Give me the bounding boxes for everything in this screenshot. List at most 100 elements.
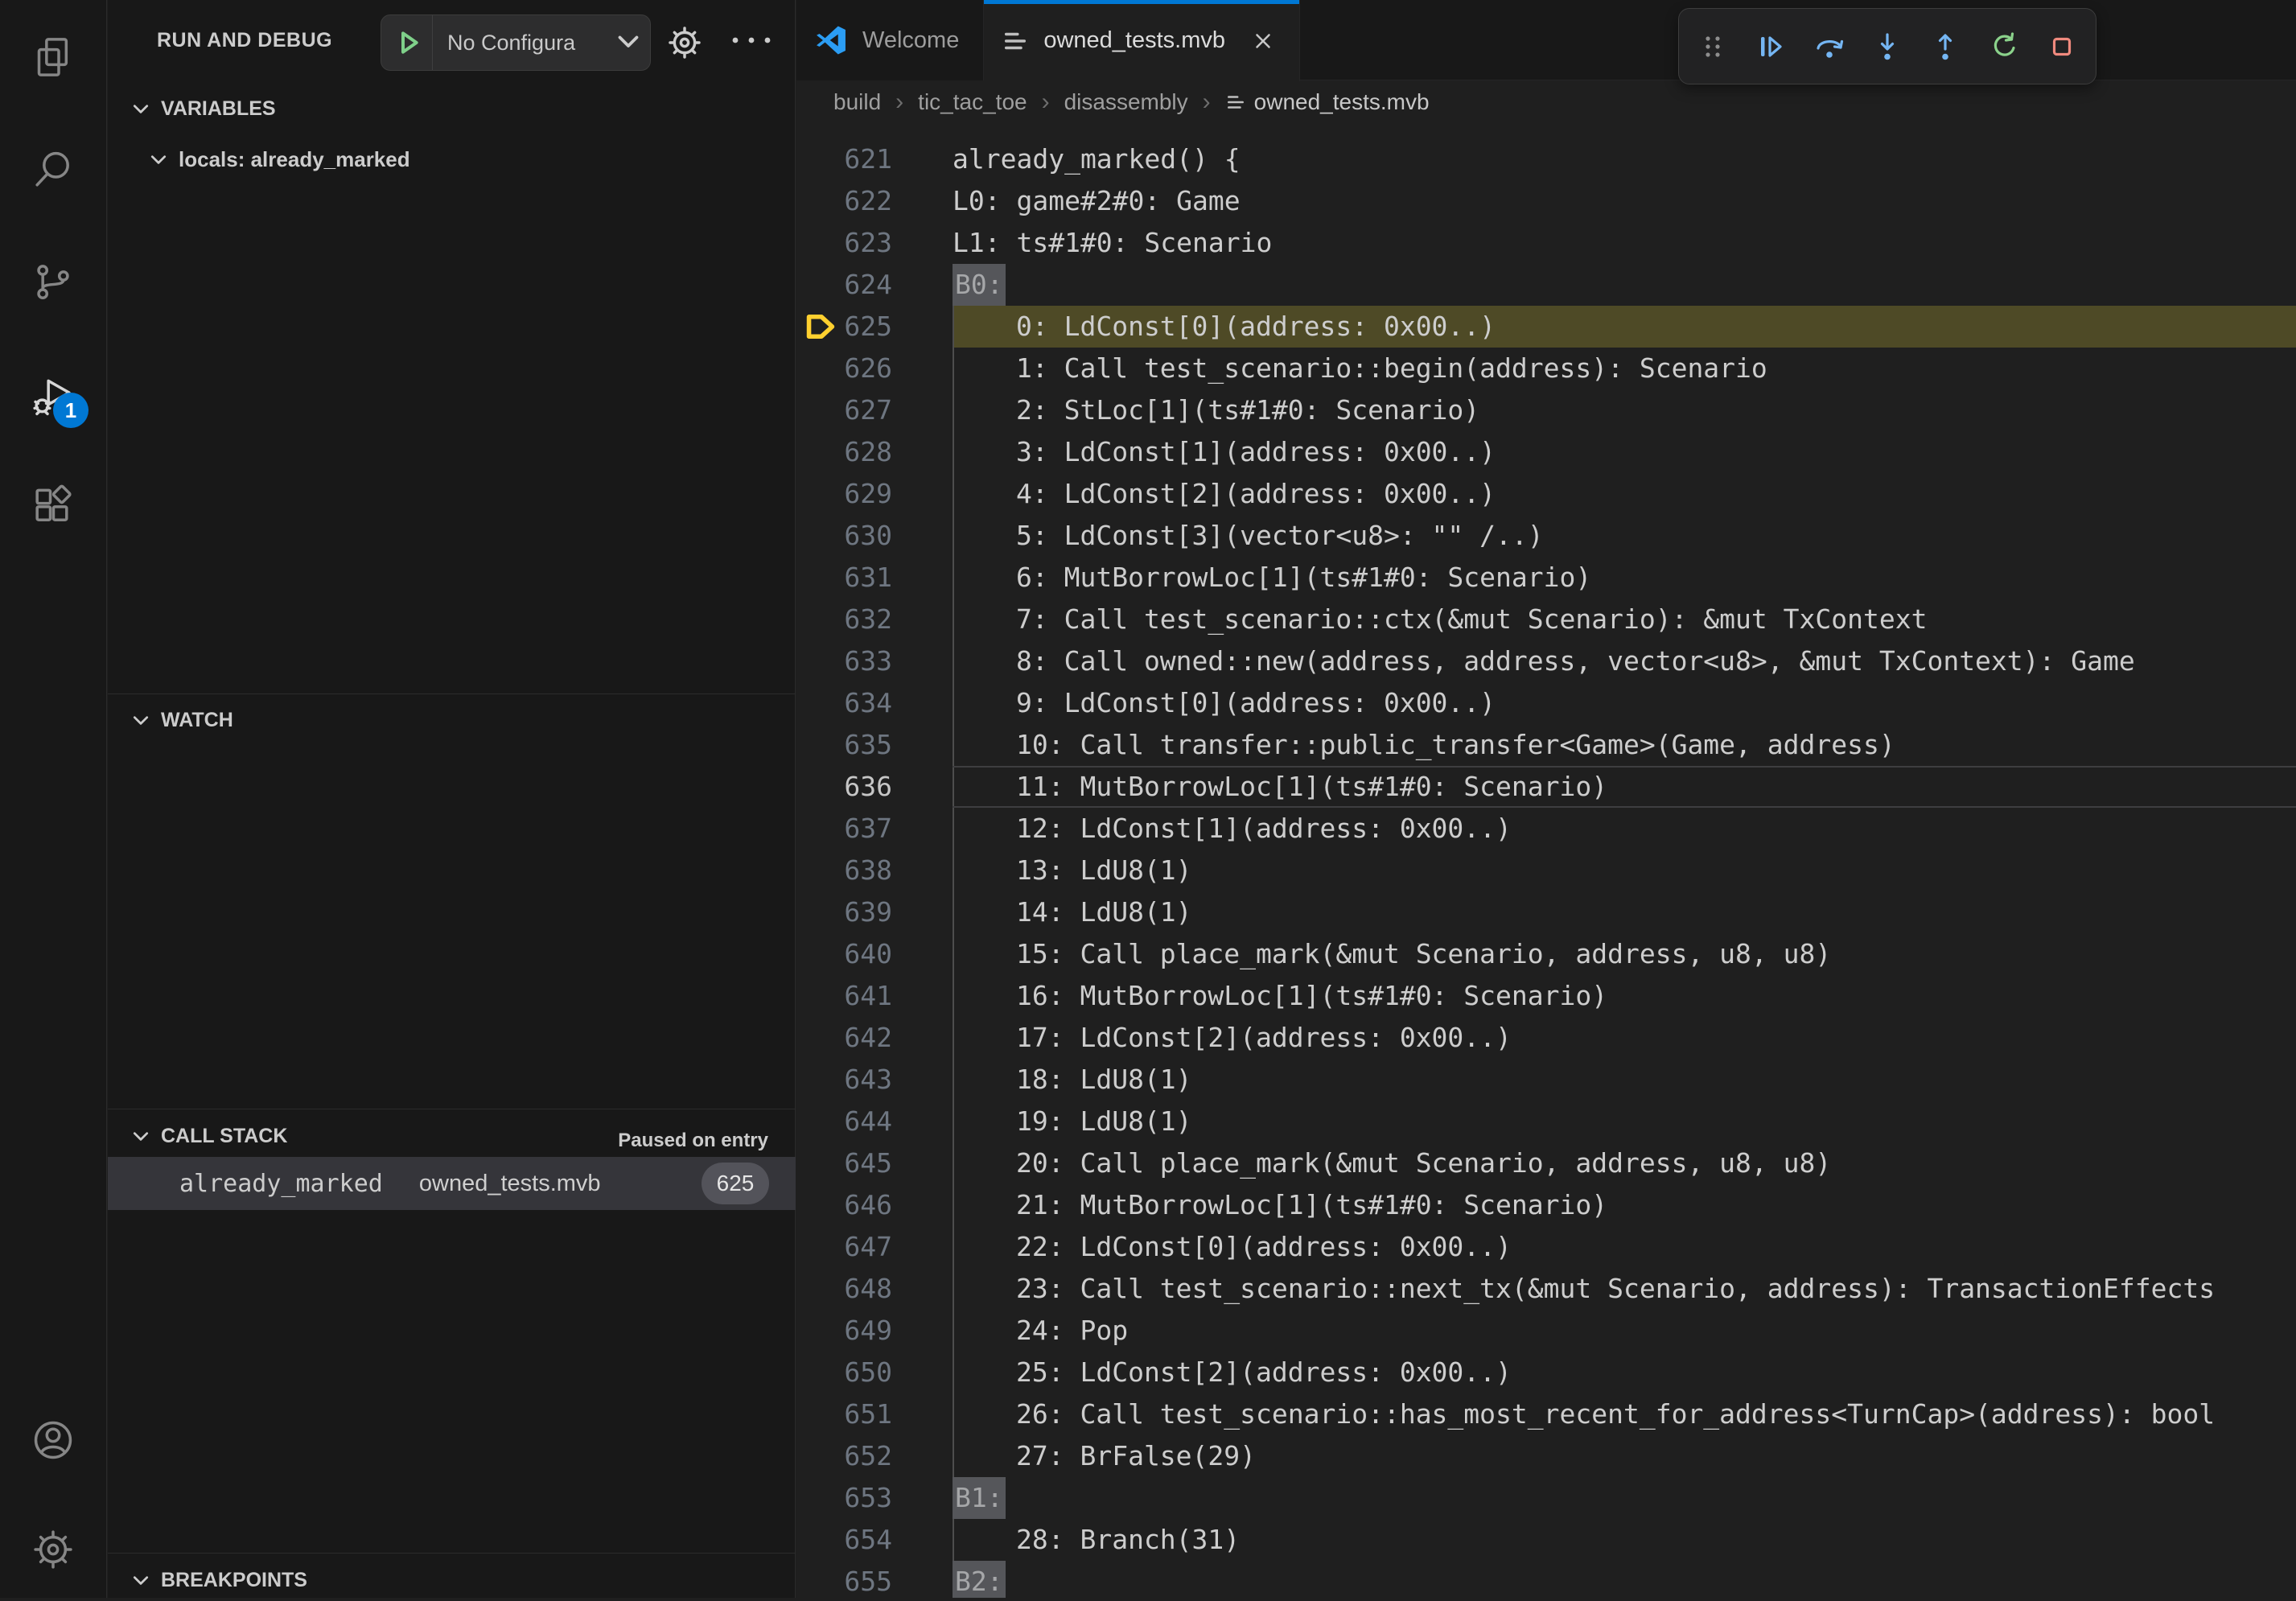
- debug-configuration-dropdown[interactable]: No Configura: [381, 14, 651, 71]
- line-number[interactable]: 648: [796, 1268, 892, 1310]
- code-line-text[interactable]: 7: Call test_scenario::ctx(&mut Scenario…: [953, 599, 2296, 640]
- editor-gutter[interactable]: 639: [796, 891, 953, 933]
- editor-gutter[interactable]: 651: [796, 1393, 953, 1435]
- editor-gutter[interactable]: 642: [796, 1017, 953, 1059]
- code-line-text[interactable]: B2:: [953, 1561, 2296, 1598]
- variables-section-header[interactable]: VARIABLES: [132, 88, 276, 130]
- editor-gutter[interactable]: 624: [796, 264, 953, 306]
- editor-gutter[interactable]: 654: [796, 1519, 953, 1561]
- line-number[interactable]: 625: [796, 306, 892, 348]
- code-line-text[interactable]: 2: StLoc[1](ts#1#0: Scenario): [953, 389, 2296, 431]
- code-line-text[interactable]: 0: LdConst[0](address: 0x00..): [953, 306, 2296, 348]
- tab-welcome[interactable]: Welcome: [796, 0, 984, 80]
- code-line-text[interactable]: 12: LdConst[1](address: 0x00..): [953, 808, 2296, 850]
- breadcrumb-item[interactable]: disassembly: [1064, 89, 1188, 115]
- code-line-text[interactable]: 6: MutBorrowLoc[1](ts#1#0: Scenario): [953, 557, 2296, 599]
- line-number[interactable]: 624: [796, 264, 892, 306]
- code-line-text[interactable]: 1: Call test_scenario::begin(address): S…: [953, 348, 2296, 389]
- editor-gutter[interactable]: 621: [796, 138, 953, 180]
- line-number[interactable]: 637: [796, 808, 892, 850]
- breadcrumb-item[interactable]: tic_tac_toe: [918, 89, 1027, 115]
- line-number[interactable]: 651: [796, 1393, 892, 1435]
- editor-gutter[interactable]: 629: [796, 473, 953, 515]
- editor-gutter[interactable]: 640: [796, 933, 953, 975]
- editor-gutter[interactable]: 632: [796, 599, 953, 640]
- editor-gutter[interactable]: 633: [796, 640, 953, 682]
- code-line-text[interactable]: 5: LdConst[3](vector<u8>: "" /..): [953, 515, 2296, 557]
- extensions-icon[interactable]: [29, 481, 77, 529]
- line-number[interactable]: 646: [796, 1184, 892, 1226]
- settings-icon[interactable]: [29, 1525, 77, 1574]
- editor-gutter[interactable]: 647: [796, 1226, 953, 1268]
- code-line-text[interactable]: 28: Branch(31): [953, 1519, 2296, 1561]
- search-icon[interactable]: [29, 145, 77, 193]
- code-line-text[interactable]: 10: Call transfer::public_transfer<Game>…: [953, 724, 2296, 766]
- line-number[interactable]: 649: [796, 1310, 892, 1352]
- line-number[interactable]: 644: [796, 1101, 892, 1142]
- line-number[interactable]: 655: [796, 1561, 892, 1598]
- line-number[interactable]: 641: [796, 975, 892, 1017]
- code-line-text[interactable]: 11: MutBorrowLoc[1](ts#1#0: Scenario): [953, 766, 2296, 808]
- code-line-text[interactable]: L1: ts#1#0: Scenario: [953, 222, 2296, 264]
- editor-gutter[interactable]: 653: [796, 1477, 953, 1519]
- breadcrumb-item[interactable]: owned_tests.mvb: [1225, 89, 1430, 115]
- line-number[interactable]: 623: [796, 222, 892, 264]
- code-line-text[interactable]: B0:: [953, 264, 2296, 306]
- line-number[interactable]: 638: [796, 850, 892, 891]
- code-line-text[interactable]: 26: Call test_scenario::has_most_recent_…: [953, 1393, 2296, 1435]
- line-number[interactable]: 647: [796, 1226, 892, 1268]
- code-line-text[interactable]: 22: LdConst[0](address: 0x00..): [953, 1226, 2296, 1268]
- source-control-icon[interactable]: [29, 257, 77, 306]
- editor-gutter[interactable]: 622: [796, 180, 953, 222]
- code-line-text[interactable]: 19: LdU8(1): [953, 1101, 2296, 1142]
- code-line-text[interactable]: L0: game#2#0: Game: [953, 180, 2296, 222]
- code-line-text[interactable]: 9: LdConst[0](address: 0x00..): [953, 682, 2296, 724]
- editor-gutter[interactable]: 644: [796, 1101, 953, 1142]
- code-line-text[interactable]: 23: Call test_scenario::next_tx(&mut Sce…: [953, 1268, 2296, 1310]
- line-number[interactable]: 628: [796, 431, 892, 473]
- line-number[interactable]: 632: [796, 599, 892, 640]
- editor-gutter[interactable]: 638: [796, 850, 953, 891]
- code-line-text[interactable]: 27: BrFalse(29): [953, 1435, 2296, 1477]
- call-stack-frame-row[interactable]: already_markedowned_tests.mvb625: [108, 1157, 796, 1210]
- line-number[interactable]: 653: [796, 1477, 892, 1519]
- line-number[interactable]: 642: [796, 1017, 892, 1059]
- tab-owned-tests-mvb[interactable]: owned_tests.mvb: [984, 0, 1300, 81]
- line-number[interactable]: 650: [796, 1352, 892, 1393]
- line-number[interactable]: 639: [796, 891, 892, 933]
- start-debug-icon[interactable]: [381, 15, 433, 70]
- editor-gutter[interactable]: 635: [796, 724, 953, 766]
- line-number[interactable]: 629: [796, 473, 892, 515]
- code-line-text[interactable]: 4: LdConst[2](address: 0x00..): [953, 473, 2296, 515]
- run-and-debug-icon[interactable]: 1: [29, 372, 77, 420]
- editor-gutter[interactable]: 655: [796, 1561, 953, 1598]
- line-number[interactable]: 635: [796, 724, 892, 766]
- continue-button[interactable]: [1745, 21, 1796, 72]
- editor-gutter[interactable]: 648: [796, 1268, 953, 1310]
- line-number[interactable]: 626: [796, 348, 892, 389]
- line-number[interactable]: 654: [796, 1519, 892, 1561]
- editor-gutter[interactable]: 649: [796, 1310, 953, 1352]
- code-line-text[interactable]: 8: Call owned::new(address, address, vec…: [953, 640, 2296, 682]
- line-number[interactable]: 631: [796, 557, 892, 599]
- editor-gutter[interactable]: 631: [796, 557, 953, 599]
- editor-gutter[interactable]: 630: [796, 515, 953, 557]
- more-actions-icon[interactable]: [729, 32, 774, 52]
- line-number[interactable]: 636: [796, 766, 892, 808]
- code-line-text[interactable]: 3: LdConst[1](address: 0x00..): [953, 431, 2296, 473]
- restart-button[interactable]: [1978, 21, 2030, 72]
- explorer-icon[interactable]: [29, 33, 77, 81]
- line-number[interactable]: 643: [796, 1059, 892, 1101]
- line-number[interactable]: 621: [796, 138, 892, 180]
- code-line-text[interactable]: 21: MutBorrowLoc[1](ts#1#0: Scenario): [953, 1184, 2296, 1226]
- locals-scope-row[interactable]: locals: already_marked: [150, 138, 410, 180]
- debug-settings-gear-icon[interactable]: [666, 24, 703, 65]
- stop-button[interactable]: [2036, 21, 2088, 72]
- code-line-text[interactable]: 14: LdU8(1): [953, 891, 2296, 933]
- editor-gutter[interactable]: 623: [796, 222, 953, 264]
- line-number[interactable]: 652: [796, 1435, 892, 1477]
- step-over-button[interactable]: [1804, 21, 1855, 72]
- breakpoints-section-header[interactable]: BREAKPOINTS: [132, 1559, 307, 1601]
- editor-gutter[interactable]: 650: [796, 1352, 953, 1393]
- editor-gutter[interactable]: 646: [796, 1184, 953, 1226]
